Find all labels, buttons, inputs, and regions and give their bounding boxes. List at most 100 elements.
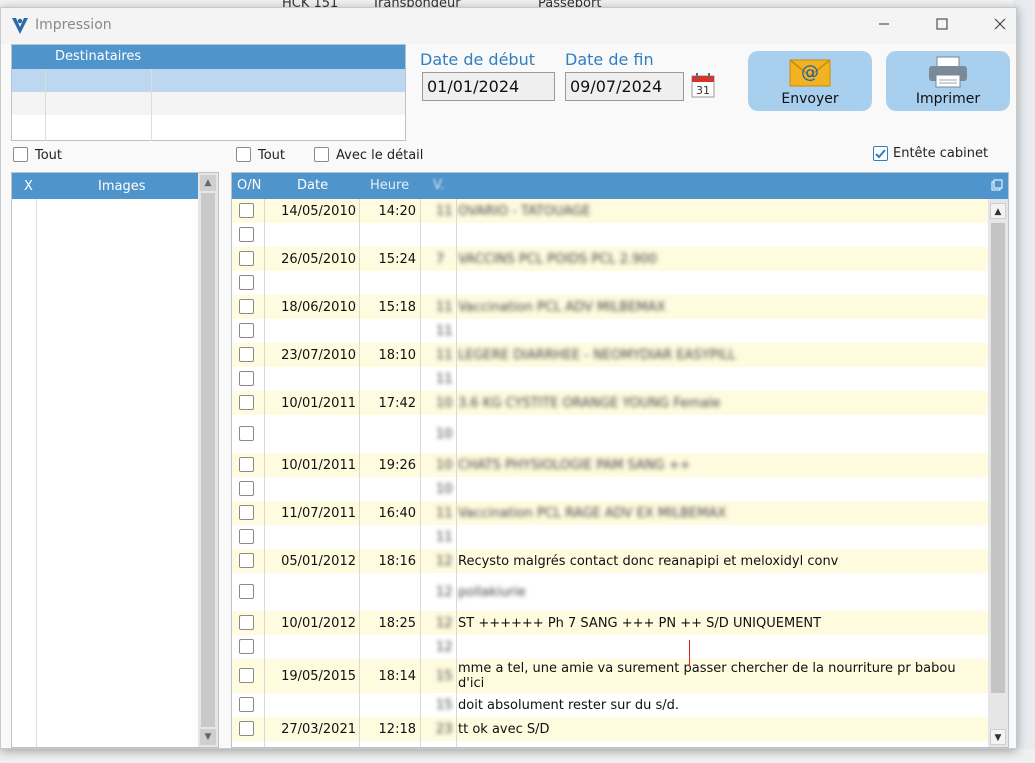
row-time [362,367,416,391]
table-row[interactable]: 26/05/2010 15:24 7 VACCINS PCL POIDS PCL 2.… [232,247,988,271]
row-visit: 10 [436,426,453,442]
row-select-checkbox[interactable] [239,299,254,314]
scroll-down-icon[interactable]: ▼ [990,729,1006,745]
close-button[interactable] [977,14,1023,38]
header-cabinet-checkbox[interactable] [873,146,888,161]
table-row[interactable]: 10/01/2011 17:42 10 3.6 KG CYSTITE ORANGE Y… [232,391,988,415]
row-select-checkbox[interactable] [239,275,254,290]
row-select-checkbox[interactable] [239,529,254,544]
row-time [362,573,416,611]
row-select-checkbox[interactable] [239,347,254,362]
table-row[interactable]: 11/07/2011 16:40 11 Vaccination PCL RAGE AD… [232,501,988,525]
row-time: 15:24 [378,251,416,267]
table-row[interactable]: 23/07/2010 18:10 11 LEGERE DIARRHEE - NEOMY… [232,343,988,367]
row-text [458,635,978,659]
table-row[interactable]: 11 [232,367,988,391]
table-row[interactable]: 12 [232,635,988,659]
recipients-table[interactable]: Destinataires [11,44,406,141]
calendar-day-text: 31 [696,84,710,97]
row-select-checkbox[interactable] [239,697,254,712]
col-divider [420,199,421,747]
images-scroll-track[interactable] [201,193,215,727]
table-row[interactable]: 12 pollakiurie [232,573,988,611]
printer-icon [929,56,967,88]
close-icon [994,18,1006,30]
row-select-checkbox[interactable] [239,203,254,218]
print-button[interactable]: Imprimer [886,51,1010,111]
table-row[interactable]: 10 [232,477,988,501]
row-select-checkbox[interactable] [239,668,254,683]
row-date [266,635,356,659]
with-detail-checkbox[interactable] [314,147,329,162]
records-table[interactable]: O/N Date Heure V. 14/05/2010 14:20 11 OVARI… [231,172,1009,748]
records-scrollbar[interactable]: ▲ ▼ [988,199,1008,747]
print-dialog: Impression Destinataires Tout X Images ▲ [0,7,1017,749]
row-select-checkbox[interactable] [239,481,254,496]
recipients-row[interactable] [12,92,405,115]
table-row[interactable]: 19/05/2015 18:14 15 mme a tel, une amie va … [232,659,988,693]
header-cabinet-label: Entête cabinet [893,146,989,161]
scroll-thumb[interactable] [991,223,1005,693]
maximize-button[interactable] [919,14,965,38]
select-all-recipients-checkbox[interactable] [13,147,28,162]
table-row[interactable]: 11 [232,319,988,343]
row-select-checkbox[interactable] [239,395,254,410]
images-scroll-up-icon[interactable]: ▲ [200,175,216,191]
row-text [458,525,978,549]
row-time: 14:20 [378,203,416,219]
row-visit: 12 [436,584,453,600]
row-select-checkbox[interactable] [239,505,254,520]
row-select-checkbox[interactable] [239,553,254,568]
table-row[interactable]: 10 [232,415,988,453]
row-select-checkbox[interactable] [239,615,254,630]
row-select-checkbox[interactable] [239,323,254,338]
table-row[interactable]: 14/05/2010 14:20 11 OVARIO - TATOUAGE [232,199,988,223]
row-select-checkbox[interactable] [239,371,254,386]
row-visit: 10 [436,481,453,497]
scroll-up-icon[interactable]: ▲ [990,203,1006,219]
row-select-checkbox[interactable] [239,227,254,242]
end-date-input[interactable]: 09/07/2024 [565,72,684,101]
table-row[interactable] [232,271,988,295]
row-time [362,415,416,453]
images-scrollbar[interactable]: ▲ ▼ [198,173,218,747]
row-text [458,223,978,247]
table-row[interactable]: 10/01/2012 18:25 12 ST ++++++ Ph 7 SANG +++… [232,611,988,635]
row-select-checkbox[interactable] [239,426,254,441]
row-date [266,367,356,391]
select-all-records-checkbox[interactable] [236,147,251,162]
table-row[interactable] [232,223,988,247]
minimize-button[interactable] [861,14,907,38]
table-row[interactable]: 15 doit absolument rester sur du s/d. [232,693,988,717]
table-row[interactable]: 11 [232,525,988,549]
table-row[interactable]: 10/01/2011 19:26 10 CHATS PHYSIOLOGIE PAM S… [232,453,988,477]
title-bar: Impression [1,8,1016,44]
start-date-label: Date de début [420,50,535,69]
calendar-button[interactable]: 31 [691,72,715,98]
table-row[interactable]: 18/06/2010 15:18 11 Vaccination PCL ADV MIL… [232,295,988,319]
row-time [362,525,416,549]
row-select-checkbox[interactable] [239,639,254,654]
row-select-checkbox[interactable] [239,457,254,472]
row-visit [436,223,456,247]
row-visit: 11 [436,203,453,219]
row-date [266,415,356,453]
table-row[interactable]: 27/03/2021 12:18 23 tt ok avec S/D [232,717,988,741]
images-scroll-down-icon[interactable]: ▼ [200,729,216,745]
row-visit: 11 [436,529,453,545]
row-select-checkbox[interactable] [239,251,254,266]
row-select-checkbox[interactable] [239,584,254,599]
row-visit: 11 [436,299,453,315]
table-row[interactable]: 05/01/2012 18:16 12 Recysto malgrés contact… [232,549,988,573]
column-chooser-icon[interactable] [991,179,1003,191]
row-text: OVARIO - TATOUAGE [458,203,591,219]
send-button[interactable]: @ Envoyer [748,51,872,111]
recipients-row-selected[interactable] [12,69,405,92]
row-text: CHATS PHYSIOLOGIE PAM SANG ++ [458,457,691,473]
images-table[interactable]: X Images ▲ ▼ [11,172,219,748]
maximize-icon [936,18,948,30]
row-select-checkbox[interactable] [239,721,254,736]
start-date-input[interactable]: 01/01/2024 [422,72,555,101]
row-visit: 23 [436,721,453,737]
row-visit: 10 [436,457,453,473]
